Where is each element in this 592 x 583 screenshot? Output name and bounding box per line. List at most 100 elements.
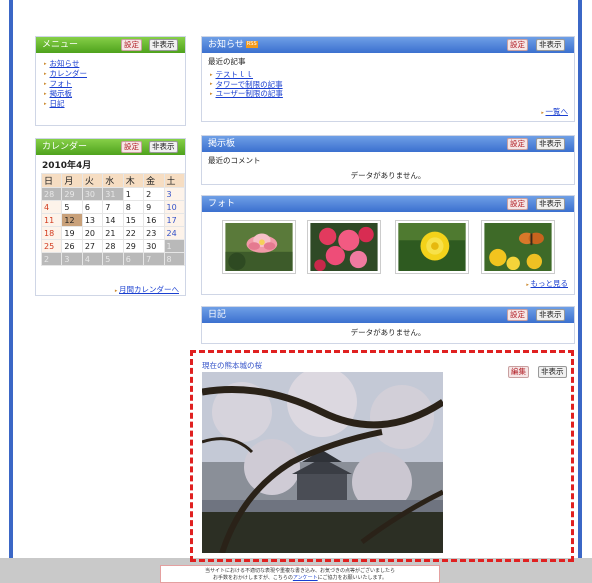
calendar-day[interactable]: 20 — [81, 226, 104, 240]
weekday-sat: 土 — [163, 173, 186, 188]
board-subtitle: 最近のコメント — [208, 156, 261, 165]
calendar-day[interactable]: 13 — [81, 213, 104, 227]
photo-thumb-pink-flowers[interactable] — [307, 220, 381, 274]
notice-hide-button[interactable]: 非表示 — [536, 39, 565, 51]
calendar-day[interactable]: 19 — [61, 226, 83, 240]
board-settings-button[interactable]: 設定 — [507, 138, 528, 150]
photo-panel: フォト 設定 非表示 ▸ もっと見る — [201, 195, 575, 295]
calendar-day[interactable]: 24 — [163, 226, 186, 240]
calendar-month-label: 2010年4月 — [42, 161, 92, 171]
weekday-wed: 水 — [102, 173, 124, 188]
calendar-day[interactable]: 16 — [143, 213, 165, 227]
monthly-calendar-link[interactable]: 月間カレンダーへ — [119, 285, 179, 294]
photo-thumb-lotus[interactable] — [222, 220, 296, 274]
calendar-day[interactable]: 28 — [102, 239, 124, 253]
featured-hide-button[interactable]: 非表示 — [538, 366, 567, 378]
calendar-day-today[interactable]: 12 — [61, 213, 83, 227]
menu-item-diary-link[interactable]: 日記 — [50, 99, 65, 108]
calendar-header: カレンダー 設定 非表示 — [36, 139, 185, 155]
weekday-fri: 金 — [143, 173, 165, 188]
calendar-day[interactable]: 30 — [143, 239, 165, 253]
calendar-day[interactable]: 2 — [143, 187, 165, 201]
diary-settings-button[interactable]: 設定 — [507, 309, 528, 321]
calendar-day[interactable]: 18 — [40, 226, 63, 240]
calendar-day[interactable]: 9 — [143, 200, 165, 214]
calendar-day: 8 — [163, 252, 186, 266]
calendar-day[interactable]: 14 — [102, 213, 124, 227]
monthly-calendar-link-wrap: 月間カレンダーへ — [115, 284, 179, 295]
photo-more-link-wrap: もっと見る — [526, 278, 569, 289]
calendar-day[interactable]: 22 — [122, 226, 145, 240]
calendar-day[interactable]: 11 — [40, 213, 63, 227]
notice-list-link[interactable]: 一覧へ — [546, 107, 569, 116]
calendar-day: 2 — [40, 252, 63, 266]
calendar-day: 3 — [61, 252, 83, 266]
notice-title: お知らせ — [208, 40, 244, 50]
board-header: 掲示板 設定 非表示 — [202, 136, 574, 152]
photo-settings-button[interactable]: 設定 — [507, 198, 528, 210]
calendar-hide-button[interactable]: 非表示 — [149, 141, 178, 153]
calendar-day[interactable]: 26 — [61, 239, 83, 253]
menu-item-notice-link[interactable]: お知らせ — [50, 59, 80, 68]
photo-more-link[interactable]: もっと見る — [531, 279, 569, 288]
calendar-day: 28 — [40, 187, 63, 201]
board-title: 掲示板 — [208, 139, 236, 149]
footer-line2-pre: お手数をおかけしますが、こちらの — [212, 575, 293, 581]
menu-panel: メニュー 設定 非表示 お知らせ カレンダー フォト 掲示板 日記 — [35, 36, 186, 126]
menu-header: メニュー 設定 非表示 — [36, 37, 185, 53]
photo-title: フォト — [208, 199, 236, 209]
menu-settings-button[interactable]: 設定 — [121, 39, 142, 51]
calendar-day[interactable]: 23 — [143, 226, 165, 240]
castle-sakura-photo[interactable] — [201, 367, 445, 554]
calendar-day[interactable]: 25 — [40, 239, 63, 253]
notice-settings-button[interactable]: 設定 — [507, 39, 528, 51]
photo-thumb-butterfly[interactable] — [481, 220, 555, 274]
diary-panel: 日記 設定 非表示 データがありません。 — [201, 306, 575, 344]
calendar-day: 31 — [102, 187, 124, 201]
notice-item-link[interactable]: ユーザー制限の記事 — [216, 89, 283, 98]
calendar-day[interactable]: 29 — [122, 239, 145, 253]
menu-item: 日記 — [44, 99, 185, 109]
footer-line2: お手数をおかけしますが、こちらのアンケートにご協力をお願いいたします。 — [161, 575, 439, 582]
calendar-day[interactable]: 27 — [81, 239, 104, 253]
notice-item-link[interactable]: テストｌｌ — [216, 70, 254, 79]
notice-item-link[interactable]: タワーで制限の記事 — [216, 80, 283, 89]
menu-item-photo-link[interactable]: フォト — [50, 79, 73, 88]
footer-line2-post: にご協力をお願いいたします。 — [317, 575, 388, 581]
calendar-day: 29 — [61, 187, 83, 201]
rss-badge[interactable]: RSS — [245, 41, 258, 48]
notice-panel: お知らせRSS 設定 非表示 最近の記事 テストｌｌ タワーで制限の記事 ユーザ… — [201, 36, 575, 122]
diary-hide-button[interactable]: 非表示 — [536, 309, 565, 321]
calendar-day[interactable]: 6 — [81, 200, 104, 214]
notice-item: ユーザー制限の記事 — [210, 89, 574, 99]
calendar-day[interactable]: 21 — [102, 226, 124, 240]
calendar-day[interactable]: 7 — [102, 200, 124, 214]
calendar-settings-button[interactable]: 設定 — [121, 141, 142, 153]
menu-item: お知らせ — [44, 59, 185, 69]
photo-header: フォト 設定 非表示 — [202, 196, 574, 212]
calendar-day[interactable]: 4 — [40, 200, 63, 214]
calendar-day[interactable]: 8 — [122, 200, 145, 214]
menu-item-board-link[interactable]: 掲示板 — [50, 89, 73, 98]
survey-link[interactable]: アンケート — [293, 575, 318, 581]
pink-flowers-image — [310, 223, 378, 271]
notice-header: お知らせ RSS 設定 非表示 — [202, 37, 574, 53]
calendar-day[interactable]: 10 — [163, 200, 186, 214]
board-hide-button[interactable]: 非表示 — [536, 138, 565, 150]
weekday-mon: 月 — [61, 173, 83, 188]
calendar-day[interactable]: 15 — [122, 213, 145, 227]
calendar-day[interactable]: 3 — [163, 187, 186, 201]
menu-item: 掲示板 — [44, 89, 185, 99]
photo-hide-button[interactable]: 非表示 — [536, 198, 565, 210]
photo-thumb-dandelion[interactable] — [395, 220, 469, 274]
calendar-day[interactable]: 1 — [122, 187, 145, 201]
menu-hide-button[interactable]: 非表示 — [149, 39, 178, 51]
footer-notice: 当サイトにおける不適切な表現や重複な書き込み、お気づきの点等がございましたら お… — [160, 565, 440, 583]
calendar-day: 30 — [81, 187, 104, 201]
diary-empty-text: データがありません。 — [350, 328, 426, 337]
featured-edit-button[interactable]: 編集 — [508, 366, 529, 378]
calendar-day[interactable]: 17 — [163, 213, 186, 227]
calendar-day[interactable]: 5 — [61, 200, 83, 214]
weekday-thu: 木 — [122, 173, 145, 188]
menu-item-calendar-link[interactable]: カレンダー — [50, 69, 88, 78]
